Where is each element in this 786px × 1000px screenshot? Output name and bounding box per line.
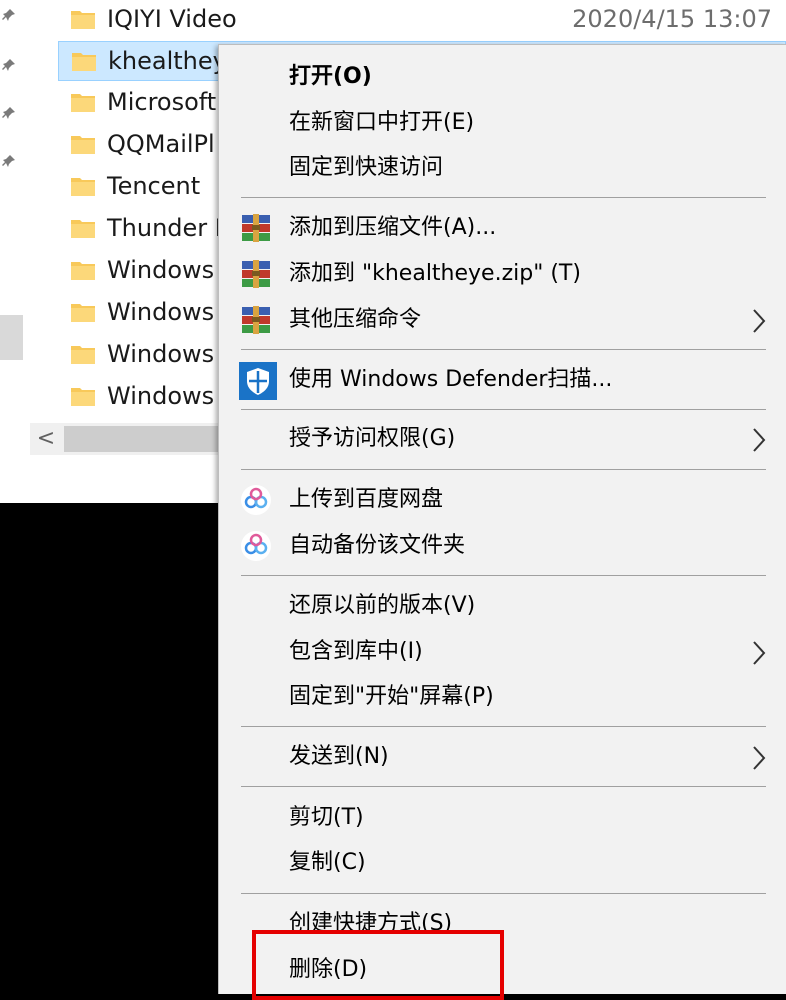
chevron-right-icon	[753, 428, 766, 452]
menu-item-include-library[interactable]: 包含到库中(I)	[219, 630, 786, 674]
folder-icon	[71, 11, 95, 29]
file-date: 2020/4/15 13:07	[572, 5, 772, 33]
file-name: Thunder N	[107, 214, 233, 242]
menu-item-grant-access[interactable]: 授予访问权限(G)	[219, 417, 786, 461]
menu-separator	[241, 197, 766, 198]
pin-icon[interactable]	[2, 8, 16, 22]
menu-item-copy[interactable]: 复制(C)	[219, 841, 786, 885]
folder-icon	[71, 178, 95, 196]
menu-separator	[241, 893, 766, 894]
menu-item-auto-backup[interactable]: 自动备份该文件夹	[219, 524, 786, 568]
chevron-right-icon	[753, 746, 766, 770]
pin-icon[interactable]	[2, 106, 16, 120]
file-name: Tencent	[107, 172, 201, 200]
windows-defender-icon	[239, 362, 277, 400]
folder-icon	[71, 304, 95, 322]
folder-icon	[71, 388, 95, 406]
file-name: Microsoft	[107, 88, 217, 116]
file-name: Windows	[107, 340, 215, 368]
winrar-icon	[242, 260, 270, 288]
context-menu: 打开(O) 在新窗口中打开(E) 固定到快速访问 添加到压缩文件(A)... 添…	[218, 44, 786, 994]
menu-separator	[241, 469, 766, 470]
file-name: Windows	[107, 382, 215, 410]
menu-separator	[241, 409, 766, 410]
menu-item-label: 添加到压缩文件(A)...	[289, 215, 497, 240]
baidu-netdisk-icon	[241, 531, 271, 561]
folder-icon	[71, 346, 95, 364]
menu-item-label: 包含到库中(I)	[289, 639, 423, 664]
menu-item-label: 剪切(T)	[289, 805, 364, 830]
menu-item-upload-baidu[interactable]: 上传到百度网盘	[219, 478, 786, 522]
menu-item-label: 打开(O)	[289, 64, 372, 89]
menu-item-add-to-zip[interactable]: 添加到 "khealtheye.zip" (T)	[219, 252, 786, 296]
menu-item-label: 固定到快速访问	[289, 155, 444, 180]
menu-separator	[241, 349, 766, 350]
file-name: Windows	[107, 298, 215, 326]
menu-item-label: 发送到(N)	[289, 744, 389, 769]
file-name: Windows	[107, 256, 215, 284]
menu-item-open-new-window[interactable]: 在新窗口中打开(E)	[219, 101, 786, 145]
menu-item-label: 在新窗口中打开(E)	[289, 110, 475, 135]
baidu-netdisk-icon	[241, 485, 271, 515]
pin-icon[interactable]	[2, 58, 16, 72]
winrar-icon	[242, 214, 270, 242]
winrar-icon	[242, 306, 270, 334]
folder-icon	[72, 53, 96, 71]
menu-item-label: 还原以前的版本(V)	[289, 593, 476, 618]
file-row[interactable]: IQIYI Video 2020/4/15 13:07	[58, 0, 786, 40]
file-name: IQIYI Video	[107, 5, 237, 33]
chevron-right-icon	[753, 309, 766, 333]
menu-item-pin-quick-access[interactable]: 固定到快速访问	[219, 146, 786, 190]
menu-item-label: 其他压缩命令	[289, 307, 422, 332]
folder-icon	[71, 136, 95, 154]
menu-item-add-to-archive[interactable]: 添加到压缩文件(A)...	[219, 206, 786, 250]
navigation-pane	[0, 0, 23, 503]
menu-item-label: 固定到"开始"屏幕(P)	[289, 684, 494, 709]
menu-item-label: 添加到 "khealtheye.zip" (T)	[289, 261, 581, 286]
pin-icon[interactable]	[2, 154, 16, 168]
menu-item-defender-scan[interactable]: 使用 Windows Defender扫描...	[219, 358, 786, 402]
chevron-right-icon	[753, 641, 766, 665]
menu-item-other-compress[interactable]: 其他压缩命令	[219, 298, 786, 342]
folder-icon	[71, 220, 95, 238]
menu-item-label: 授予访问权限(G)	[289, 426, 456, 451]
menu-separator	[241, 786, 766, 787]
menu-item-label: 使用 Windows Defender扫描...	[289, 367, 613, 392]
menu-item-open[interactable]: 打开(O)	[219, 55, 786, 99]
folder-icon	[71, 262, 95, 280]
file-name: QQMailPl	[107, 130, 215, 158]
menu-item-label: 自动备份该文件夹	[289, 533, 466, 558]
menu-item-label: 上传到百度网盘	[289, 487, 444, 512]
delete-highlight-box	[252, 930, 504, 1000]
menu-item-cut[interactable]: 剪切(T)	[219, 796, 786, 840]
menu-separator	[241, 726, 766, 727]
menu-item-send-to[interactable]: 发送到(N)	[219, 735, 786, 779]
menu-item-pin-start[interactable]: 固定到"开始"屏幕(P)	[219, 675, 786, 719]
menu-item-restore-versions[interactable]: 还原以前的版本(V)	[219, 584, 786, 628]
menu-separator	[241, 575, 766, 576]
folder-icon	[71, 94, 95, 112]
nav-selected-item[interactable]	[0, 315, 23, 360]
scroll-left-button[interactable]: <	[30, 423, 62, 455]
menu-item-label: 复制(C)	[289, 850, 366, 875]
